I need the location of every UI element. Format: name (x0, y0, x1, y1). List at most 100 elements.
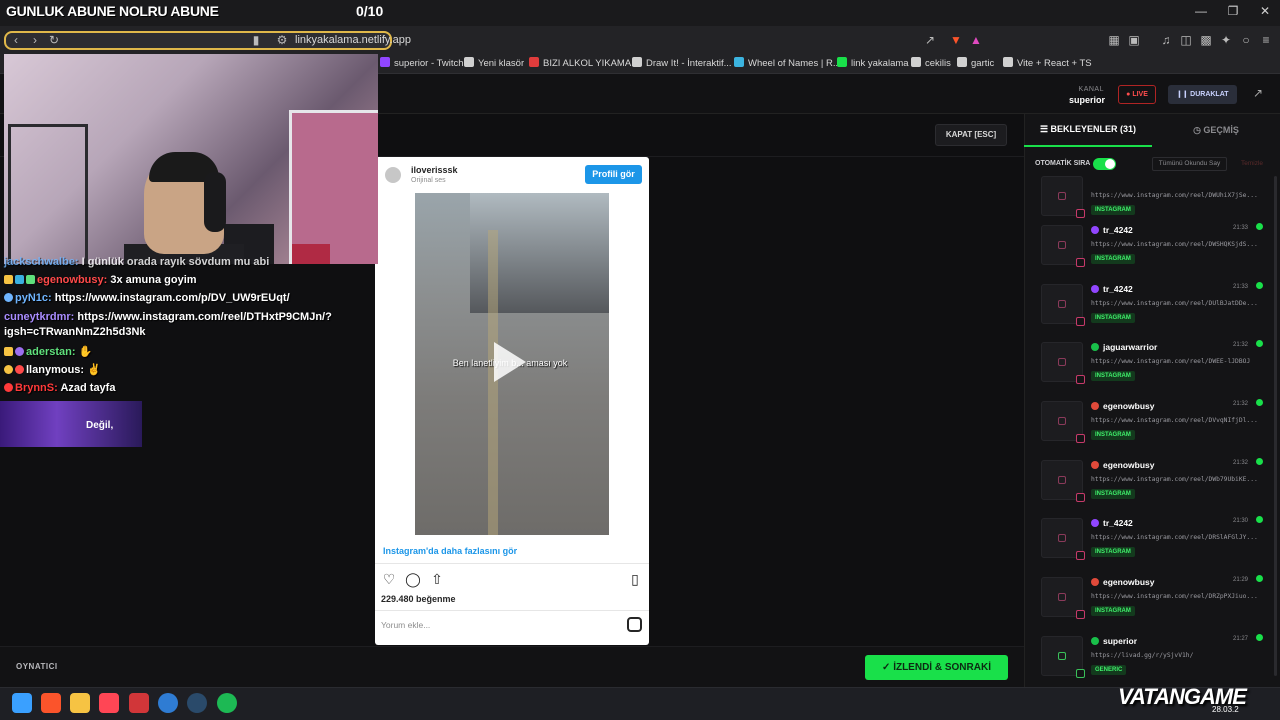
instagram-icon (1058, 192, 1066, 200)
reload-icon[interactable]: ↻ (46, 32, 62, 48)
comment-input[interactable]: Yorum ekle... (381, 620, 430, 630)
brave-rewards-icon[interactable]: ▲ (968, 32, 984, 48)
wallet-icon[interactable]: ▩ (1198, 32, 1214, 48)
back-icon[interactable]: ‹ (8, 32, 24, 48)
queue-url: https://www.instagram.com/reel/DWb79UbiK… (1091, 476, 1258, 483)
online-dot-icon (1256, 575, 1263, 582)
divider (375, 610, 649, 611)
brave-shields-icon[interactable]: ▼ (948, 32, 964, 48)
tab-waiting[interactable]: ☰ BEKLEYENLER (31) (1024, 114, 1152, 147)
more-on-instagram-link[interactable]: Instagram'da daha fazlasını gör (383, 546, 517, 556)
queue-item[interactable]: tr_4242 21:33 https://www.instagram.com/… (1030, 217, 1270, 272)
chat-message: BrynnS: Azad tayfa (4, 382, 115, 394)
queue-item[interactable]: jaguarwarrior 21:32 https://www.instagra… (1030, 334, 1270, 389)
queue-thumbnail (1041, 284, 1085, 326)
user-badge-icon (1091, 578, 1099, 586)
menu-icon[interactable]: ≡ (1258, 32, 1274, 48)
queue-item[interactable]: superior 21:27 https://livad.gg/r/ySjvV1… (1030, 628, 1270, 681)
queue-item[interactable]: https://www.instagram.com/reel/DWUhiX7jS… (1030, 176, 1270, 223)
vpn-icon[interactable]: ○ (1238, 32, 1254, 48)
bookmark-item[interactable]: Yeni klasör (464, 57, 524, 69)
instagram-icon (1076, 610, 1085, 619)
badge-icon (15, 347, 24, 356)
close-window-icon[interactable]: ✕ (1250, 4, 1280, 22)
queue-item[interactable]: egenowbusy 21:32 https://www.instagram.c… (1030, 393, 1270, 448)
instagram-username[interactable]: iloverisssk (411, 165, 458, 175)
queue-scrollbar[interactable] (1274, 176, 1277, 676)
minimize-icon[interactable]: — (1186, 4, 1216, 22)
tab-history[interactable]: ◷ GEÇMİŞ (1152, 114, 1280, 147)
url-text[interactable]: linkyakalama.netlify.app (295, 34, 411, 46)
clear-all-button[interactable]: Temizle (1234, 157, 1270, 171)
system-clock: 28.03.2 (1212, 705, 1239, 714)
view-profile-button[interactable]: Profili gör (585, 165, 642, 184)
steam-icon[interactable] (187, 693, 207, 713)
queue-url: https://www.instagram.com/reel/DUlBJatDD… (1091, 300, 1258, 307)
music-icon[interactable]: ♫ (1158, 32, 1174, 48)
queue-user: tr_4242 (1091, 284, 1133, 294)
bookmark-item[interactable]: BIZI ALKOL YIKAMA... (529, 57, 639, 69)
emote-icon: ✋ (78, 346, 93, 358)
queue-url: https://www.instagram.com/reel/DRSlAFGlJ… (1091, 534, 1258, 541)
mark-all-read-button[interactable]: Tümünü Okundu Say (1152, 157, 1227, 171)
queue-list: https://www.instagram.com/reel/DWUhiX7jS… (1030, 176, 1270, 681)
queue-item[interactable]: egenowbusy 21:29 https://www.instagram.c… (1030, 569, 1270, 624)
queue-user: egenowbusy (1091, 577, 1154, 587)
edge-icon[interactable] (158, 693, 178, 713)
watched-next-button[interactable]: ✓ İZLENDİ & SONRAKİ (865, 655, 1008, 680)
share-icon[interactable]: ↗ (922, 32, 938, 48)
queue-thumbnail (1041, 577, 1085, 619)
bookmark-item[interactable]: Vite + React + TS (1003, 57, 1092, 69)
queue-time: 21:27 (1233, 636, 1249, 642)
queue-time: 21:30 (1233, 518, 1249, 524)
external-link-icon[interactable]: ↗ (1250, 86, 1266, 102)
extensions-icon[interactable]: ▦ (1106, 32, 1122, 48)
queue-user: superior (1091, 636, 1137, 646)
source-tag: INSTAGRAM (1091, 430, 1135, 440)
windows-start-icon[interactable] (12, 693, 32, 713)
bookmark-item[interactable]: Wheel of Names | R... (734, 57, 841, 69)
share-icon[interactable]: ⇧ (429, 571, 445, 587)
queue-time: 21:33 (1233, 225, 1249, 231)
user-badge-icon (1091, 461, 1099, 469)
site-info-icon[interactable]: ⚙ (274, 32, 290, 48)
screenshot-icon[interactable]: ▣ (1126, 32, 1142, 48)
spotify-icon[interactable] (217, 693, 237, 713)
queue-item[interactable]: egenowbusy 21:32 https://www.instagram.c… (1030, 452, 1270, 507)
brave-browser-icon[interactable] (41, 693, 61, 713)
bookmark-item[interactable]: gartic (957, 57, 994, 69)
instagram-icon (1076, 317, 1085, 326)
leo-ai-icon[interactable]: ✦ (1218, 32, 1234, 48)
close-player-button[interactable]: KAPAT [ESC] (935, 124, 1007, 146)
toggle-knob[interactable] (1105, 159, 1115, 169)
riot-client-icon[interactable] (129, 693, 149, 713)
instagram-icon (1058, 358, 1066, 366)
overlay-subscriber-goal-title: GUNLUK ABUNE NOLRU ABUNE (6, 3, 219, 19)
bookmark-item[interactable]: Draw It! - İnteraktif... (632, 57, 732, 69)
queue-item[interactable]: tr_4242 21:30 https://www.instagram.com/… (1030, 510, 1270, 565)
bookmark-item[interactable]: superior - Twitch (380, 57, 464, 69)
pause-button[interactable]: ❙❙ DURAKLAT (1168, 85, 1237, 104)
bookmark-icon[interactable]: ▮ (248, 32, 264, 48)
instagram-logo-icon[interactable] (627, 617, 642, 632)
maximize-icon[interactable]: ❐ (1218, 4, 1248, 22)
bookmark-item[interactable]: link yakalama (837, 57, 909, 69)
webcam-shelf (289, 110, 378, 264)
instagram-icon (1076, 375, 1085, 384)
sidebar-icon[interactable]: ◫ (1178, 32, 1194, 48)
like-heart-icon[interactable]: ♡ (381, 571, 397, 587)
save-bookmark-icon[interactable]: ▯ (627, 571, 643, 587)
file-explorer-icon[interactable] (70, 693, 90, 713)
bookmark-item[interactable]: cekilis (911, 57, 951, 69)
channel-name: superior (1068, 95, 1105, 105)
play-icon[interactable] (494, 342, 526, 382)
queue-item[interactable]: tr_4242 21:33 https://www.instagram.com/… (1030, 276, 1270, 331)
queue-url: https://www.instagram.com/reel/DWUhiX7jS… (1091, 192, 1258, 199)
user-badge-icon (1091, 343, 1099, 351)
forward-icon[interactable]: › (27, 32, 43, 48)
avatar[interactable] (385, 167, 401, 183)
comment-icon[interactable]: ◯ (405, 571, 421, 587)
live-button[interactable]: ● LIVE (1118, 85, 1156, 104)
valorant-icon[interactable] (99, 693, 119, 713)
chat-message: cuneytkrdmr: https://www.instagram.com/r… (4, 311, 332, 323)
